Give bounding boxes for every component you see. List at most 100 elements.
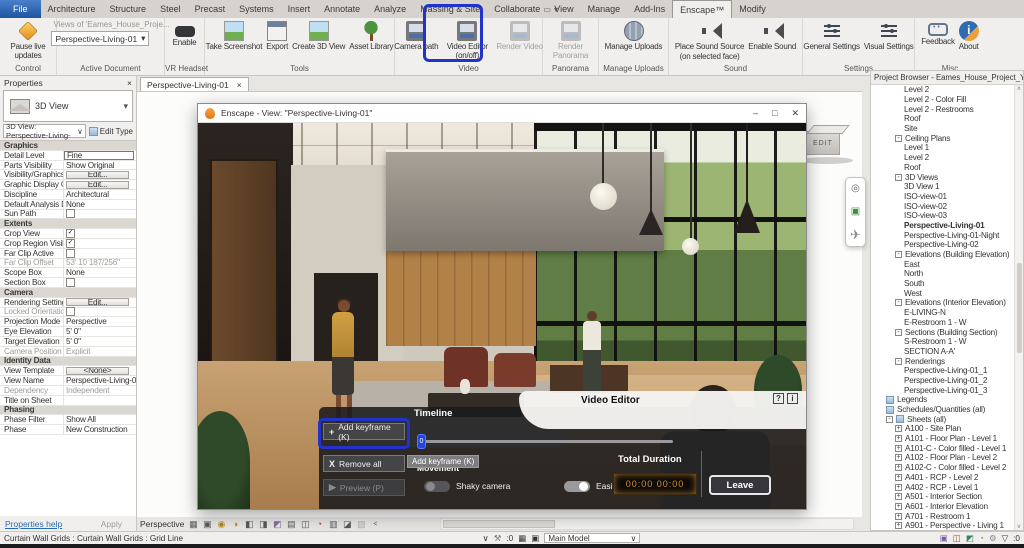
horizontal-scrollbar[interactable]	[440, 518, 854, 530]
ribbon-tab[interactable]: Structure	[103, 0, 154, 18]
ribbon-tab[interactable]: Add-Ins	[627, 0, 672, 18]
tree-item[interactable]: + A601 - Interior Elevation	[871, 502, 1023, 512]
tree-item[interactable]: Level 2 - Color Fill	[871, 95, 1023, 105]
ribbon-tab[interactable]: Modify	[732, 0, 773, 18]
tree-item[interactable]: Perspective-Living-01_3	[871, 385, 1023, 395]
render-panorama-button[interactable]: Render Panorama	[544, 18, 598, 60]
scrollbar-thumb[interactable]	[443, 520, 555, 528]
ribbon-tab[interactable]: Manage	[581, 0, 628, 18]
tree-expand-icon[interactable]: +	[895, 502, 902, 510]
export-button[interactable]: Export	[264, 18, 290, 51]
tree-expand-icon[interactable]: +	[895, 435, 902, 443]
tree-item[interactable]: Level 2	[871, 85, 1023, 95]
tree-item[interactable]: + A101-C - Color filled - Level 1	[871, 443, 1023, 453]
property-row[interactable]: Crop View	[0, 229, 136, 239]
tree-item[interactable]: South	[871, 279, 1023, 289]
type-selector[interactable]: 3D View ▾	[3, 90, 133, 122]
tree-expand-icon[interactable]: +	[895, 522, 902, 530]
tree-item[interactable]: Roof	[871, 163, 1023, 173]
status-icon[interactable]: ⚙	[989, 533, 997, 544]
property-row[interactable]: Graphic Display Op... Edit...	[0, 180, 136, 190]
scroll-down-icon[interactable]: ∨	[1017, 523, 1021, 530]
property-row[interactable]: Identity Data	[0, 356, 136, 367]
view-control-icon[interactable]: ◔	[314, 519, 324, 529]
property-row[interactable]: Far Clip Active	[0, 248, 136, 259]
active-view-dropdown[interactable]: Perspective-Living-01 ▾	[51, 31, 150, 46]
property-row[interactable]: Sun Path	[0, 209, 136, 220]
about-button[interactable]: i About	[957, 18, 981, 51]
tree-expand-icon[interactable]: +	[895, 483, 902, 491]
view-control-icon[interactable]: ◫	[300, 519, 310, 529]
view-control-icon[interactable]: ▥	[328, 519, 338, 529]
scroll-up-icon[interactable]: ∧	[1017, 85, 1021, 92]
edit-type-button[interactable]: Edit Type	[88, 126, 133, 136]
tree-expand-icon[interactable]: +	[895, 512, 902, 520]
tree-item[interactable]: Level 2	[871, 153, 1023, 163]
property-row[interactable]: Scope Box None	[0, 268, 136, 279]
manage-uploads-button[interactable]: Manage Uploads	[603, 18, 665, 51]
tree-item[interactable]: SECTION A-A'	[871, 347, 1023, 357]
status-icon[interactable]: ▣	[940, 533, 948, 544]
easing-toggle[interactable]	[564, 481, 590, 492]
timeline-slider-handle[interactable]: 0	[417, 434, 426, 449]
status-icon[interactable]: ◩	[966, 533, 974, 544]
view-control-icon[interactable]: ◨	[258, 519, 268, 529]
property-row[interactable]: Parts Visibility Show Original	[0, 161, 136, 171]
maximize-icon[interactable]: □	[772, 108, 777, 119]
remove-all-button[interactable]: X Remove all	[323, 455, 405, 472]
ribbon-tab[interactable]: Insert	[281, 0, 318, 18]
create-3d-view-button[interactable]: Create 3D View	[290, 18, 347, 51]
tree-expand-icon[interactable]: +	[895, 464, 902, 472]
property-row[interactable]: Section Box	[0, 278, 136, 288]
ribbon-tab[interactable]: Architecture	[41, 0, 103, 18]
tree-expand-icon[interactable]: -	[895, 251, 902, 259]
property-row[interactable]: Locked Orientation	[0, 307, 136, 318]
tree-expand-icon[interactable]: -	[895, 299, 902, 307]
tree-item[interactable]: Perspective-Living-01_2	[871, 376, 1023, 386]
ribbon-tab[interactable]: Precast	[188, 0, 233, 18]
tree-item[interactable]: Legends	[871, 395, 1023, 405]
property-row[interactable]: Crop Region Visible	[0, 238, 136, 249]
add-keyframe-button[interactable]: + Add keyframe (K)	[323, 422, 405, 442]
tree-item[interactable]: + A101 - Floor Plan - Level 1	[871, 434, 1023, 444]
view-control-icon[interactable]: ▧	[356, 519, 366, 529]
ribbon-tab[interactable]: Enscape™	[672, 0, 733, 18]
property-row[interactable]: Phase Filter Show All	[0, 415, 136, 426]
tree-expand-icon[interactable]: +	[895, 454, 902, 462]
tree-item[interactable]: E-Restroom 1 - W	[871, 318, 1023, 328]
tree-item[interactable]: Site	[871, 124, 1023, 134]
visual-settings-button[interactable]: Visual Settings	[862, 18, 916, 51]
tree-item[interactable]: - Elevations (Building Elevation)	[871, 250, 1023, 260]
tree-item[interactable]: - Ceiling Plans	[871, 133, 1023, 143]
status-icon[interactable]: ◔	[979, 533, 984, 543]
tree-item[interactable]: + A401 - RCP - Level 2	[871, 473, 1023, 483]
view-selector-dropdown[interactable]: 3D View: Perspective-Living- ∨	[3, 122, 86, 140]
view-control-icon[interactable]: ▣	[202, 519, 212, 529]
tree-item[interactable]: - Renderings	[871, 356, 1023, 366]
enscape-render-view[interactable]: Video Editor ? i Timeline + Add keyframe…	[198, 123, 806, 509]
property-row[interactable]: Camera	[0, 287, 136, 298]
caret-down-icon[interactable]: ∨	[483, 533, 489, 544]
screenshot-mini-icon[interactable]: ◎	[851, 184, 860, 194]
view-control-icon[interactable]: <	[370, 519, 380, 529]
ribbon-tab[interactable]: Analyze	[367, 0, 413, 18]
tree-expand-icon[interactable]: +	[895, 493, 902, 501]
tree-item[interactable]: Perspective-Living-02	[871, 240, 1023, 250]
tree-item[interactable]: + A100 - Site Plan	[871, 424, 1023, 434]
filter-icon[interactable]: ▽	[1002, 533, 1009, 544]
tree-item[interactable]: Perspective-Living-01-Night	[871, 230, 1023, 240]
tree-scrollbar[interactable]: ∧ ∨	[1014, 85, 1023, 530]
view-control-icon[interactable]: ◑	[230, 519, 240, 529]
help-icon[interactable]: ?	[773, 393, 784, 404]
tree-expand-icon[interactable]: +	[895, 425, 902, 433]
tree-item[interactable]: - Sheets (all)	[871, 414, 1023, 424]
render-video-button[interactable]: Render Video	[494, 18, 544, 51]
shaky-camera-toggle[interactable]	[424, 481, 450, 492]
tree-expand-icon[interactable]: -	[895, 173, 902, 181]
tree-item[interactable]: + A402 - RCP - Level 1	[871, 482, 1023, 492]
vr-enable-button[interactable]: Enable	[171, 18, 199, 47]
tree-item[interactable]: + A102-C - Color filled - Level 2	[871, 463, 1023, 473]
minimize-icon[interactable]: –	[753, 108, 758, 119]
general-settings-button[interactable]: General Settings	[801, 18, 861, 51]
tree-item[interactable]: E-LIVING-N	[871, 308, 1023, 318]
